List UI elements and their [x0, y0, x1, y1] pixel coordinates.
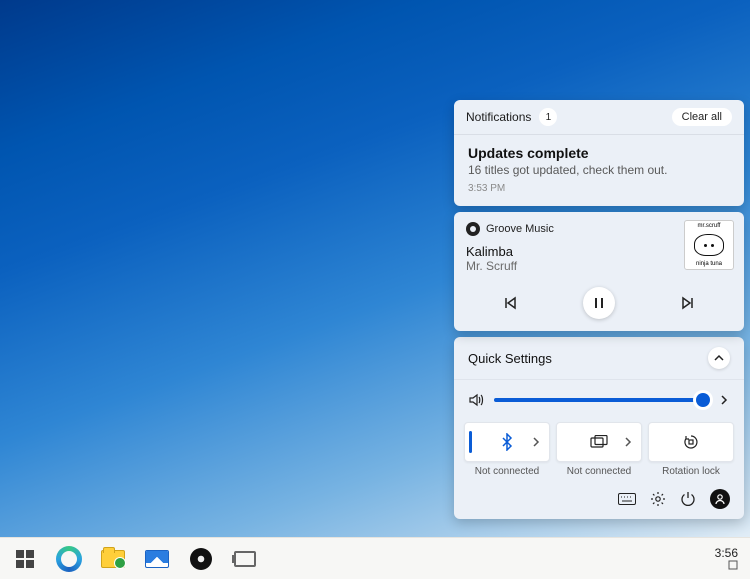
skip-previous-icon [502, 295, 518, 311]
volume-flyout-button[interactable] [718, 394, 730, 406]
rotation-lock-icon [682, 434, 700, 450]
quick-tiles-row [454, 414, 744, 462]
notification-time: 3:53 PM [468, 183, 730, 194]
keyboard-icon [618, 493, 636, 505]
quick-settings-card: Quick Settings [454, 337, 744, 519]
settings-button[interactable] [650, 491, 666, 507]
media-controls [466, 287, 732, 319]
play-pause-button[interactable] [583, 287, 615, 319]
speaker-icon [468, 392, 484, 408]
notifications-count-badge: 1 [539, 108, 557, 126]
project-label: Not connected [556, 466, 642, 477]
taskbar: 3:56 [0, 537, 750, 579]
media-app-name: Groove Music [486, 223, 554, 235]
quick-settings-title: Quick Settings [468, 351, 552, 366]
bluetooth-expand[interactable] [531, 437, 541, 447]
user-icon [714, 493, 726, 505]
taskbar-task-view[interactable] [232, 546, 258, 572]
album-art-top-text: mr.scruff [698, 223, 721, 229]
rotation-lock-tile[interactable] [648, 422, 734, 462]
clear-all-button[interactable]: Clear all [672, 108, 732, 126]
bluetooth-icon [500, 433, 514, 451]
album-art: mr.scruff ninja tuna [684, 220, 734, 270]
bluetooth-tile[interactable] [464, 422, 550, 462]
volume-thumb[interactable] [696, 393, 710, 407]
chevron-right-icon [623, 437, 633, 447]
power-icon [680, 491, 696, 507]
quick-tile-labels: Not connected Not connected Rotation loc… [454, 462, 744, 489]
taskbar-edge[interactable] [56, 546, 82, 572]
chevron-right-icon [531, 437, 541, 447]
media-card: Groove Music Kalimba Mr. Scruff mr.scruf… [454, 212, 744, 331]
action-center: Notifications 1 Clear all Updates comple… [454, 100, 744, 519]
gear-icon [650, 491, 666, 507]
taskbar-file-explorer[interactable] [100, 546, 126, 572]
folder-icon [101, 550, 125, 568]
notifications-card: Notifications 1 Clear all Updates comple… [454, 100, 744, 206]
groove-music-icon [466, 222, 480, 236]
taskbar-mail[interactable] [144, 546, 170, 572]
rotation-label: Rotation lock [648, 466, 734, 477]
start-button[interactable] [12, 546, 38, 572]
bluetooth-label: Not connected [464, 466, 550, 477]
previous-track-button[interactable] [494, 287, 526, 319]
power-button[interactable] [680, 491, 696, 507]
quick-settings-footer [454, 489, 744, 519]
groove-music-icon [190, 548, 212, 570]
volume-row [454, 380, 744, 414]
keyboard-button[interactable] [618, 493, 636, 505]
desktop: Notifications 1 Clear all Updates comple… [0, 0, 750, 579]
notifications-header: Notifications 1 Clear all [454, 100, 744, 135]
clock-time: 3:56 [715, 547, 738, 560]
skip-next-icon [680, 295, 696, 311]
next-track-button[interactable] [672, 287, 704, 319]
task-view-icon [234, 551, 256, 567]
taskbar-groove-music[interactable] [188, 546, 214, 572]
mail-icon [145, 550, 169, 568]
volume-slider[interactable] [494, 398, 708, 402]
project-tile[interactable] [556, 422, 642, 462]
project-expand[interactable] [623, 437, 633, 447]
notifications-title: Notifications [466, 110, 531, 124]
notification-tray-icon [728, 560, 738, 570]
collapse-button[interactable] [708, 347, 730, 369]
notification-title: Updates complete [468, 145, 730, 161]
project-icon [590, 435, 608, 449]
user-account-button[interactable] [710, 489, 730, 509]
chevron-right-icon [718, 394, 730, 406]
pause-icon [592, 296, 606, 310]
album-art-bottom-text: ninja tuna [696, 261, 722, 267]
quick-settings-header[interactable]: Quick Settings [454, 337, 744, 380]
notification-body: 16 titles got updated, check them out. [468, 163, 730, 177]
windows-icon [16, 550, 34, 568]
chevron-up-icon [713, 352, 725, 364]
notification-item[interactable]: Updates complete 16 titles got updated, … [454, 135, 744, 206]
taskbar-clock[interactable]: 3:56 [715, 547, 738, 570]
